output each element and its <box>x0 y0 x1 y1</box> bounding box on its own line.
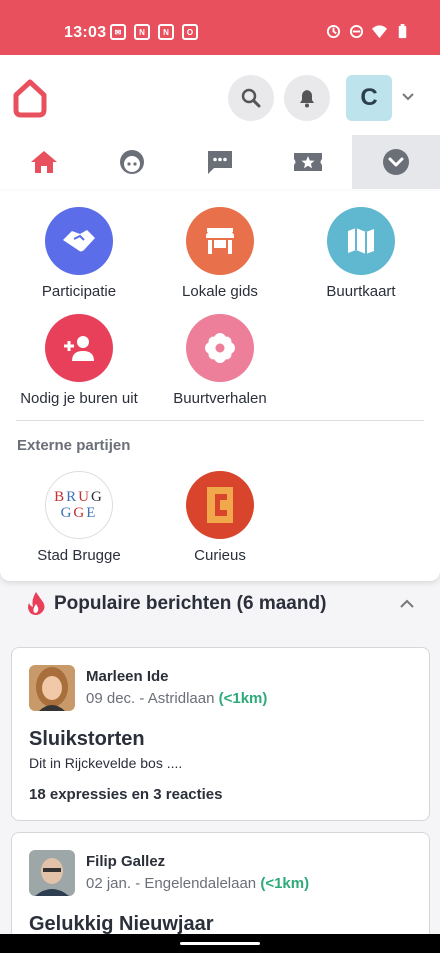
home-icon <box>31 151 57 173</box>
tab-neighbours[interactable] <box>88 135 176 189</box>
post-meta: 02 jan. - Engelendalelaan (<1km) <box>86 875 309 892</box>
flame-icon <box>28 592 45 615</box>
flower-icon <box>186 314 254 382</box>
handshake-icon <box>45 207 113 275</box>
wifi-icon <box>372 25 387 39</box>
author-avatar <box>29 850 75 896</box>
map-icon <box>327 207 395 275</box>
post-stats[interactable]: 18 expressies en 3 reacties <box>29 786 222 803</box>
news-icon: N <box>158 24 174 40</box>
mail-icon: ✉ <box>110 24 126 40</box>
hoplr-logo-icon[interactable] <box>10 77 50 119</box>
menu-item-label: Buurtverhalen <box>173 390 267 407</box>
popular-posts-header[interactable]: Populaire berichten (6 maand) <box>0 583 440 623</box>
menu-item-label: Participatie <box>41 283 117 300</box>
main-tabs <box>0 135 440 191</box>
search-icon <box>241 88 261 108</box>
partner-label: Curieus <box>194 547 246 564</box>
outlook-icon: O <box>182 24 198 40</box>
author-avatar <box>29 665 75 711</box>
menu-item-buurtkaart[interactable]: Buurtkaart <box>291 207 431 300</box>
face-icon <box>120 150 144 174</box>
search-button[interactable] <box>228 75 274 121</box>
menu-item-label: Buurtkaart <box>326 283 396 300</box>
ticket-star-icon <box>294 153 322 171</box>
chevron-up-icon[interactable] <box>398 595 416 613</box>
post-title[interactable]: Sluikstorten <box>29 728 145 751</box>
menu-item-participatie[interactable]: Participatie <box>9 207 149 300</box>
menu-item-label: Lokale gids <box>182 283 258 300</box>
post-distance: (<1km) <box>218 690 268 707</box>
battery-icon <box>398 24 407 39</box>
tab-home[interactable] <box>0 135 88 189</box>
author-name[interactable]: Marleen Ide <box>86 668 169 685</box>
post-title[interactable]: Gelukkig Nieuwjaar <box>29 913 214 936</box>
home-gesture-handle[interactable] <box>180 942 260 945</box>
post-street: - Astridlaan <box>139 690 215 707</box>
curieus-logo <box>186 471 254 539</box>
partner-stad-brugge[interactable]: BRUG GGE Stad Brugge <box>9 471 149 564</box>
system-navigation-bar <box>0 934 440 953</box>
author-name[interactable]: Filip Gallez <box>86 853 165 870</box>
external-partners-title: Externe partijen <box>17 437 131 454</box>
store-icon <box>186 207 254 275</box>
post-meta: 09 dec. - Astridlaan (<1km) <box>86 690 267 707</box>
partner-label: Stad Brugge <box>37 547 121 564</box>
dnd-icon <box>349 24 364 39</box>
notification-icons: ✉ N N O <box>110 24 198 40</box>
partner-curieus[interactable]: Curieus <box>150 471 290 564</box>
news-icon: N <box>134 24 150 40</box>
post-date: 09 dec. <box>86 690 136 707</box>
popular-posts-title: Populaire berichten (6 maand) <box>54 593 327 614</box>
post-excerpt: Dit in Rijckevelde bos .... <box>29 755 183 771</box>
chat-icon <box>208 151 232 174</box>
notifications-button[interactable] <box>284 75 330 121</box>
chevron-down-icon[interactable] <box>400 89 416 105</box>
menu-item-lokale-gids[interactable]: Lokale gids <box>150 207 290 300</box>
post-date: 02 jan. <box>86 875 132 892</box>
system-icons <box>326 24 410 39</box>
menu-item-label: Nodig je buren uit <box>20 390 138 407</box>
bell-icon <box>300 90 314 108</box>
status-bar: 13:03 ✉ N N O <box>0 0 440 55</box>
add-person-icon <box>45 314 113 382</box>
post-street: - Engelendalelaan <box>135 875 257 892</box>
divider <box>16 420 424 421</box>
tab-more[interactable] <box>352 135 440 189</box>
user-avatar[interactable]: C <box>346 75 392 121</box>
tab-messages[interactable] <box>176 135 264 189</box>
menu-item-nodig-buren[interactable]: Nodig je buren uit <box>9 314 149 407</box>
stad-brugge-logo: BRUG GGE <box>45 471 113 539</box>
post-distance: (<1km) <box>260 875 310 892</box>
menu-item-buurtverhalen[interactable]: Buurtverhalen <box>150 314 290 407</box>
chevron-down-circle-icon <box>383 149 409 175</box>
status-time: 13:03 <box>64 24 107 41</box>
app-header: C <box>0 55 440 135</box>
sync-icon <box>326 24 341 39</box>
more-menu-panel: Participatie Lokale gids Buurtkaart Nodi… <box>0 191 440 581</box>
post-card[interactable]: Marleen Ide 09 dec. - Astridlaan (<1km) … <box>11 647 430 821</box>
tab-events[interactable] <box>264 135 352 189</box>
